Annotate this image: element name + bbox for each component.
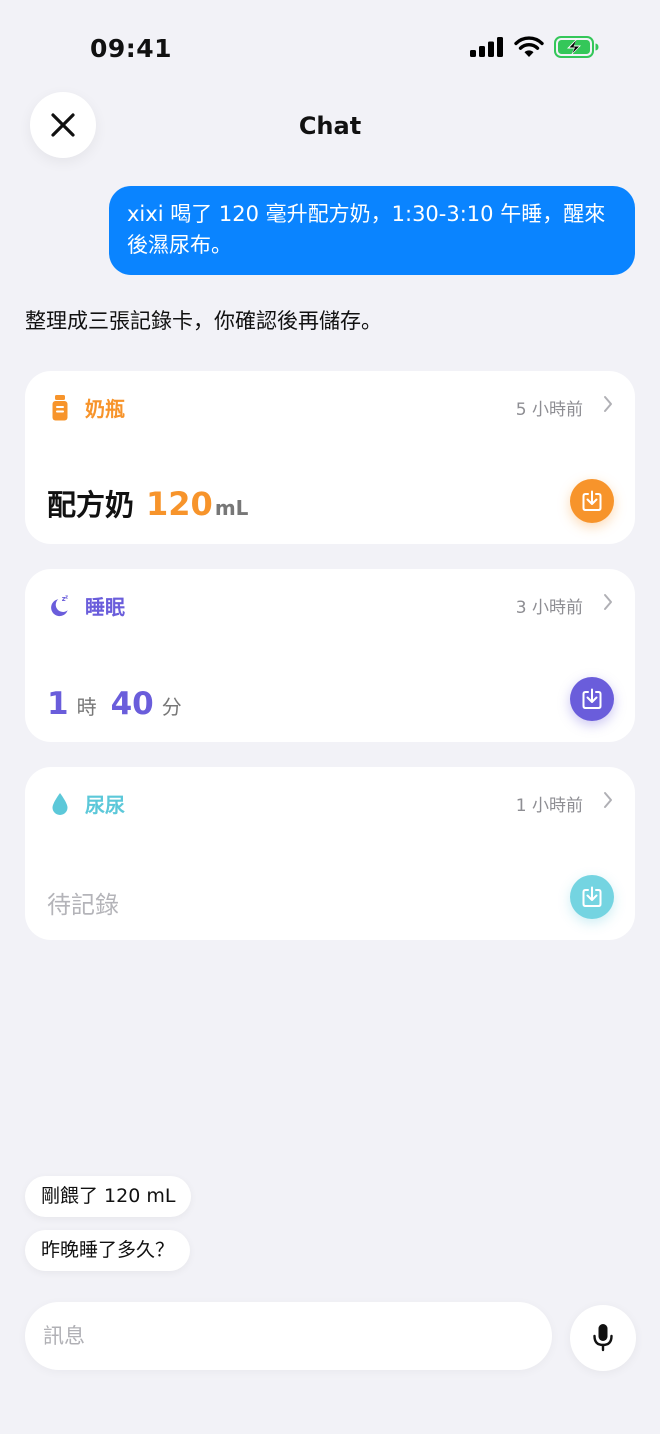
save-bottle-button[interactable] (570, 479, 614, 523)
signal-icon (470, 37, 503, 57)
card-body: 待記錄 (47, 885, 119, 920)
download-icon (582, 886, 602, 907)
pee-record-card[interactable]: 尿尿 1 小時前 待記錄 (25, 767, 635, 940)
suggestion-chip[interactable]: 昨晚睡了多久？ (25, 1230, 191, 1271)
battery-charging-icon (554, 36, 599, 58)
pending-status: 待記錄 (47, 891, 119, 919)
suggestion-chip[interactable]: 剛餵了 120 mL (25, 1176, 192, 1217)
status-time: 09:41 (90, 34, 173, 63)
card-title: 睡眠 (85, 595, 125, 619)
card-time: 5 小時前 (515, 400, 583, 420)
save-sleep-button[interactable] (570, 677, 614, 721)
download-icon (582, 688, 602, 709)
svg-text:z: z (65, 594, 68, 600)
chevron-right-icon[interactable] (603, 593, 613, 611)
status-bar: 09:41 (0, 0, 660, 96)
microphone-button[interactable] (570, 1305, 636, 1371)
card-body: 配方奶 120 mL (47, 482, 248, 524)
user-message-bubble: xixi 喝了 120 毫升配方奶，1:30-3:10 午睡，醒來後濕尿布。 (109, 186, 635, 275)
message-composer (25, 1302, 552, 1370)
bottle-record-card[interactable]: 奶瓶 5 小時前 配方奶 120 mL (25, 371, 635, 544)
page-title: Chat (298, 112, 362, 140)
card-title: 尿尿 (85, 793, 125, 817)
card-body: 1 時 40 分 (47, 686, 196, 722)
card-title: 奶瓶 (85, 397, 125, 421)
card-time: 1 小時前 (515, 796, 583, 816)
download-icon (582, 490, 602, 511)
message-input[interactable] (43, 1302, 533, 1370)
card-time: 3 小時前 (515, 598, 583, 618)
bottle-icon (49, 395, 71, 421)
sleep-minutes: 40 (110, 686, 154, 722)
nav-bar: Chat (0, 92, 660, 162)
wifi-icon (514, 36, 544, 57)
sleep-hours-unit: 時 (76, 695, 97, 719)
save-pee-button[interactable] (570, 875, 614, 919)
droplet-icon (49, 791, 71, 817)
status-icons (470, 36, 600, 58)
chevron-right-icon[interactable] (603, 395, 613, 413)
feed-type: 配方奶 (47, 488, 135, 522)
moon-icon: z z (49, 593, 71, 619)
sleep-record-card[interactable]: z z 睡眠 3 小時前 1 時 40 分 (25, 569, 635, 742)
microphone-icon (593, 1324, 613, 1352)
assistant-message: 整理成三張記錄卡，你確認後再儲存。 (25, 309, 382, 333)
sleep-hours: 1 (47, 686, 69, 722)
feed-unit: mL (214, 496, 249, 520)
sleep-minutes-unit: 分 (161, 695, 182, 719)
chevron-right-icon[interactable] (603, 791, 613, 809)
feed-amount: 120 (146, 485, 213, 523)
